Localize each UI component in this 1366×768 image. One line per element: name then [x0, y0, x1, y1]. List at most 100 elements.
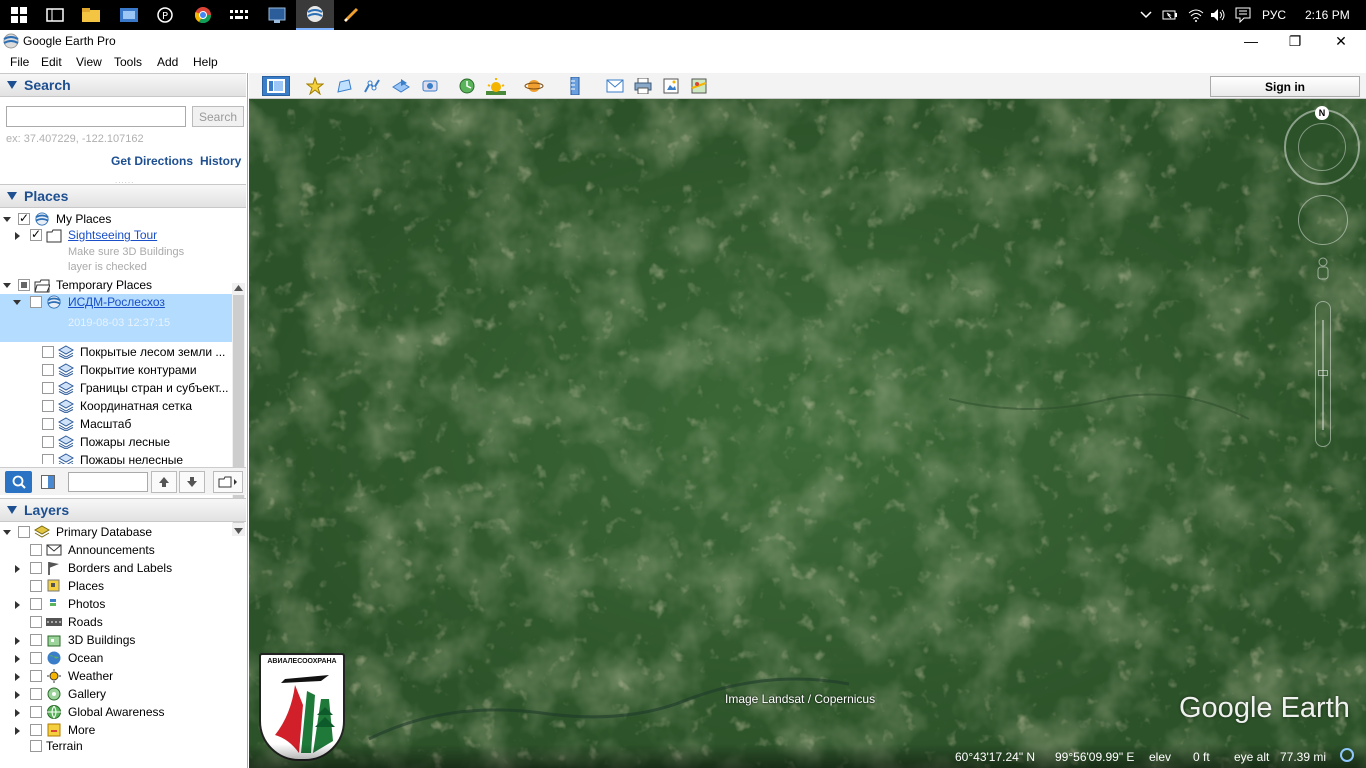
layer-item[interactable]: 3D Buildings [0, 632, 246, 650]
layer-checkbox[interactable] [30, 652, 42, 664]
expand-arrow-icon[interactable] [15, 565, 20, 573]
expand-arrow-icon[interactable] [3, 217, 11, 222]
tree-item-terrain[interactable]: Terrain [0, 738, 246, 756]
notification-icon[interactable] [1235, 0, 1251, 30]
save-image-icon[interactable] [660, 76, 682, 96]
email-icon[interactable] [604, 76, 626, 96]
history-link[interactable]: History [200, 154, 241, 168]
street-view-pegman-icon[interactable] [1315, 257, 1331, 283]
layer-item[interactable]: Roads [0, 614, 246, 632]
primary-database-checkbox[interactable] [18, 526, 30, 538]
expand-arrow-icon[interactable] [3, 530, 11, 535]
layer-checkbox[interactable] [30, 562, 42, 574]
menu-edit[interactable]: Edit [41, 55, 62, 69]
clock-time[interactable]: 2:16 PM [1305, 0, 1350, 30]
tray-chevron-icon[interactable] [1140, 0, 1152, 30]
windows-start-icon[interactable] [0, 0, 38, 30]
child-checkbox[interactable] [42, 418, 54, 430]
move-up-button[interactable] [151, 471, 177, 493]
layer-item[interactable]: Gallery [0, 686, 246, 704]
isdm-link[interactable]: ИСДМ-Рослесхоз [68, 295, 165, 309]
add-placemark-icon[interactable] [304, 76, 326, 96]
power-icon[interactable] [1162, 0, 1178, 30]
expand-arrow-icon[interactable] [15, 637, 20, 645]
scroll-up-arrow-icon[interactable] [234, 285, 243, 291]
isdm-child-item[interactable]: Пожары нелесные [0, 452, 232, 464]
tree-item-temporary-places[interactable]: Temporary Places [0, 277, 232, 295]
selected-item-highlight[interactable]: ИСДМ-Рослесхоз 2019-08-03 12:37:15 [0, 294, 232, 342]
zoom-thumb[interactable] [1318, 370, 1328, 376]
child-checkbox[interactable] [42, 382, 54, 394]
tree-item-primary-database[interactable]: Primary Database [0, 524, 246, 542]
expand-arrow-icon[interactable] [15, 709, 20, 717]
isdm-child-item[interactable]: Границы стран и субъект... [0, 380, 232, 398]
sightseeing-link[interactable]: Sightseeing Tour [68, 228, 157, 242]
layer-item[interactable]: Photos [0, 596, 246, 614]
my-places-checkbox[interactable] [18, 211, 30, 225]
image-overlay-icon[interactable] [390, 76, 412, 96]
planets-icon[interactable] [523, 76, 545, 96]
task-view-icon[interactable] [36, 0, 74, 30]
close-button[interactable]: ✕ [1318, 30, 1364, 52]
layer-checkbox[interactable] [30, 706, 42, 718]
layer-checkbox[interactable] [30, 616, 42, 628]
sunlight-icon[interactable] [485, 76, 507, 96]
layer-item[interactable]: Announcements [0, 542, 246, 560]
child-checkbox[interactable] [42, 400, 54, 412]
tree-item-sightseeing[interactable]: Sightseeing Tour [0, 227, 232, 245]
isdm-child-item[interactable]: Покрытые лесом земли ... [0, 344, 232, 362]
move-down-button[interactable] [179, 471, 205, 493]
compass-north-indicator[interactable]: N [1315, 106, 1329, 120]
minimize-button[interactable]: — [1228, 30, 1274, 52]
google-earth-icon[interactable] [296, 0, 334, 30]
places-panel-header[interactable]: Places [0, 184, 246, 208]
sign-in-button[interactable]: Sign in [1210, 76, 1360, 97]
search-panel-header[interactable]: Search [0, 73, 246, 97]
isdm-child-item[interactable]: Покрытие контурами [0, 362, 232, 380]
layer-checkbox[interactable] [30, 544, 42, 556]
menu-tools[interactable]: Tools [114, 55, 142, 69]
settings-panel-icon[interactable] [110, 0, 148, 30]
wifi-icon[interactable] [1188, 0, 1204, 30]
expand-arrow-icon[interactable] [15, 727, 20, 735]
layer-item[interactable]: Global Awareness [0, 704, 246, 722]
expand-arrow-icon[interactable] [15, 655, 20, 663]
isdm-child-item[interactable]: Координатная сетка [0, 398, 232, 416]
language-indicator[interactable]: РУС [1262, 0, 1286, 30]
search-button[interactable]: Search [192, 106, 244, 127]
sidebar-toggle-icon[interactable] [262, 76, 290, 96]
layer-checkbox[interactable] [30, 580, 42, 592]
move-joystick[interactable] [1298, 195, 1348, 245]
pen-app-icon[interactable] [332, 0, 370, 30]
isdm-child-item[interactable]: Масштаб [0, 416, 232, 434]
places-filter-input[interactable] [68, 472, 148, 492]
layer-checkbox[interactable] [30, 670, 42, 682]
zoom-slider[interactable] [1315, 301, 1331, 447]
temporary-checkbox[interactable] [18, 279, 30, 291]
search-input[interactable] [6, 106, 186, 127]
ruler-icon[interactable] [564, 76, 586, 96]
expand-arrow-icon[interactable] [15, 601, 20, 609]
add-path-icon[interactable] [361, 76, 383, 96]
child-checkbox[interactable] [42, 436, 54, 448]
keyboard-app-icon[interactable] [220, 0, 258, 30]
sightseeing-checkbox[interactable] [30, 227, 42, 241]
expand-arrow-icon[interactable] [15, 673, 20, 681]
expand-arrow-icon[interactable] [15, 691, 20, 699]
layers-panel-header[interactable]: Layers [0, 498, 246, 522]
split-view-button[interactable] [36, 471, 60, 493]
menu-add[interactable]: Add [157, 55, 178, 69]
expand-arrow-icon[interactable] [13, 300, 21, 305]
layer-item[interactable]: Ocean [0, 650, 246, 668]
menu-help[interactable]: Help [193, 55, 218, 69]
print-icon[interactable] [632, 76, 654, 96]
historical-imagery-icon[interactable] [456, 76, 478, 96]
menu-file[interactable]: File [10, 55, 29, 69]
file-explorer-icon[interactable] [72, 0, 110, 30]
menu-view[interactable]: View [76, 55, 102, 69]
get-directions-link[interactable]: Get Directions [111, 154, 193, 168]
add-folder-button[interactable] [213, 471, 243, 493]
search-in-places-button[interactable] [5, 471, 32, 493]
layer-checkbox[interactable] [30, 598, 42, 610]
maximize-button[interactable]: ❐ [1272, 30, 1318, 52]
